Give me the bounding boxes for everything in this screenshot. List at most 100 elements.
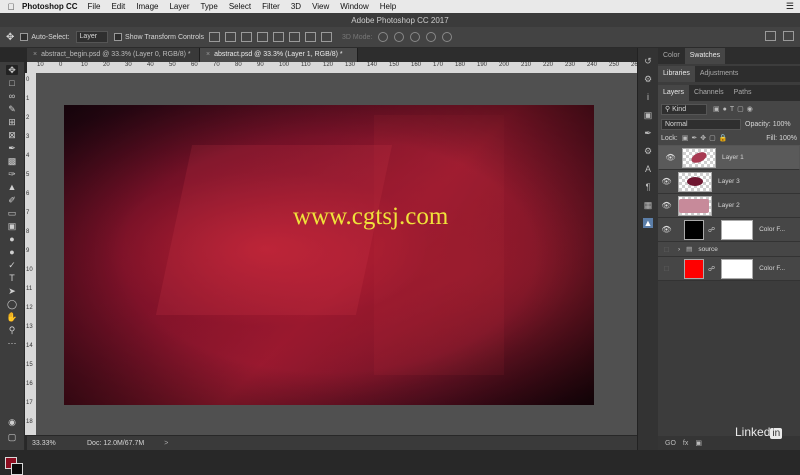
paragraph-icon[interactable]: ¶ [643, 182, 653, 192]
filter-kind-dropdown[interactable]: ⚲ Kind [661, 103, 707, 115]
properties-icon[interactable]: ⚙ [643, 74, 653, 84]
clone-stamp-tool-icon[interactable]: ▲ [6, 182, 18, 192]
visibility-eye-icon[interactable]: 👁 [661, 225, 672, 234]
menu-edit[interactable]: Edit [111, 2, 125, 11]
visibility-off-icon[interactable]: □ [661, 264, 672, 273]
vertical-ruler[interactable]: 0 1 2 3 4 5 6 7 8 9 10 11 12 13 14 15 16 17 18 [25, 73, 36, 435]
tab-color[interactable]: Color [658, 48, 685, 64]
dodge-tool-icon[interactable]: ● [6, 247, 18, 257]
canvas-workspace[interactable] [36, 73, 637, 435]
3d-slide-icon[interactable] [426, 32, 437, 42]
expand-arrow-icon[interactable]: › [678, 246, 680, 253]
3d-roll-icon[interactable] [394, 32, 405, 42]
menu-select[interactable]: Select [229, 2, 251, 11]
tab-libraries[interactable]: Libraries [658, 66, 695, 82]
gradient-tool-icon[interactable]: ▣ [6, 221, 18, 231]
visibility-eye-icon[interactable]: 👁 [665, 153, 676, 163]
more-tools-icon[interactable]: ⋯ [6, 338, 18, 348]
screen-mode-icon[interactable]: ▢ [6, 432, 18, 442]
frame-tool-icon[interactable]: ⊠ [6, 130, 18, 140]
layer-group-row[interactable]: □ › ▤ source [658, 242, 800, 257]
info-icon[interactable]: i [643, 92, 653, 102]
path-select-tool-icon[interactable]: ➤ [6, 286, 18, 296]
align-bottom-icon[interactable] [241, 32, 253, 42]
blur-tool-icon[interactable]: ● [6, 234, 18, 244]
type-tool-icon[interactable]: T [6, 273, 18, 283]
auto-select-checkbox[interactable] [20, 33, 29, 41]
horizontal-ruler[interactable]: 10 0 10 20 30 40 50 60 70 80 90 100 110 120 130 140 150 1… [27, 62, 637, 73]
visibility-eye-icon[interactable]: 👁 [661, 201, 672, 210]
eyedropper-tool-icon[interactable]: ✒ [6, 143, 18, 153]
healing-brush-tool-icon[interactable]: ▩ [6, 156, 18, 166]
menu-view[interactable]: View [312, 2, 329, 11]
move-tool-icon[interactable]: ✥ [6, 65, 18, 75]
hand-tool-icon[interactable]: ✋ [6, 312, 18, 322]
glyphs-icon[interactable]: ▦ [643, 200, 653, 210]
menu-image[interactable]: Image [136, 2, 158, 11]
3d-pan-icon[interactable] [410, 32, 421, 42]
visibility-eye-icon[interactable]: 👁 [661, 177, 672, 186]
brush-tool-icon[interactable]: ✑ [6, 169, 18, 179]
navigator-icon[interactable]: ▣ [643, 110, 653, 120]
layer-name[interactable]: Layer 2 [718, 202, 740, 209]
tab-layers[interactable]: Layers [658, 85, 690, 101]
apple-icon[interactable]:  [0, 2, 22, 12]
fill-value[interactable]: 100% [779, 135, 797, 142]
hamburger-icon[interactable]: ☰ [786, 1, 794, 12]
layer-row[interactable]: 👁 Layer 1 [658, 145, 800, 170]
opacity-value[interactable]: 100% [773, 121, 791, 128]
filter-icons[interactable]: ▣●T▢◉ [713, 105, 756, 113]
menu-window[interactable]: Window [340, 2, 368, 11]
history-brush-tool-icon[interactable]: ✐ [6, 195, 18, 205]
menu-filter[interactable]: Filter [262, 2, 280, 11]
blend-mode-dropdown[interactable]: Normal [661, 118, 741, 130]
tab-adjustments[interactable]: Adjustments [695, 66, 744, 82]
align-left-icon[interactable] [257, 32, 269, 42]
layer-row[interactable]: 👁 ☍ Color F... [658, 218, 800, 242]
distribute-horizontal-icon[interactable] [321, 32, 333, 42]
align-middle-icon[interactable] [225, 32, 237, 42]
document-canvas[interactable] [64, 105, 594, 405]
align-center-icon[interactable] [273, 32, 285, 42]
mask-icon[interactable]: ▣ [695, 439, 702, 447]
cc-libraries-icon[interactable]: ▲ [643, 218, 653, 228]
menu-layer[interactable]: Layer [169, 2, 189, 11]
tool-presets-icon[interactable]: ⚙ [643, 146, 653, 156]
tab-paths[interactable]: Paths [729, 85, 757, 101]
app-menu[interactable]: Photoshop CC [22, 2, 78, 11]
layer-name[interactable]: Color F... [759, 226, 785, 233]
close-icon[interactable]: × [206, 51, 210, 58]
quick-mask-icon[interactable]: ◉ [6, 417, 18, 427]
link-layers-icon[interactable]: GO [665, 440, 676, 447]
eraser-tool-icon[interactable]: ▭ [6, 208, 18, 218]
lasso-tool-icon[interactable]: ∞ [6, 91, 18, 101]
quick-select-tool-icon[interactable]: ✎ [6, 104, 18, 114]
show-transform-checkbox[interactable] [114, 33, 123, 41]
tab-abstract-begin[interactable]: × abstract_begin.psd @ 33.3% (Layer 0, RG… [27, 48, 200, 62]
layer-row[interactable]: □ ☍ Color F... [658, 257, 800, 281]
character-icon[interactable]: A [643, 164, 653, 174]
move-tool-icon[interactable]: ✥ [6, 32, 14, 43]
tab-abstract[interactable]: × abstract.psd @ 33.3% (Layer 1, RGB/8) * [200, 48, 358, 62]
background-color-swatch[interactable] [11, 463, 23, 475]
align-right-icon[interactable] [289, 32, 301, 42]
lock-icons[interactable]: ▣✒✥▢🔒 [682, 134, 731, 142]
menu-3d[interactable]: 3D [291, 2, 301, 11]
pen-tool-icon[interactable]: ✓ [6, 260, 18, 270]
3d-scale-icon[interactable] [442, 32, 453, 42]
3d-rotate-icon[interactable] [378, 32, 389, 42]
brush-presets-icon[interactable]: ✒ [643, 128, 653, 138]
zoom-level[interactable]: 33.33% [32, 440, 72, 447]
zoom-tool-icon[interactable]: ⚲ [6, 325, 18, 335]
menu-help[interactable]: Help [380, 2, 396, 11]
history-icon[interactable]: ↺ [643, 56, 653, 66]
menu-type[interactable]: Type [200, 2, 217, 11]
tab-channels[interactable]: Channels [689, 85, 729, 101]
crop-tool-icon[interactable]: ⊞ [6, 117, 18, 127]
layer-name[interactable]: Color F... [759, 265, 785, 272]
fx-icon[interactable]: fx [683, 440, 688, 447]
align-top-icon[interactable] [209, 32, 221, 42]
workspace-icon[interactable] [783, 31, 794, 41]
link-icon[interactable]: ☍ [708, 226, 715, 234]
layer-row[interactable]: 👁 Layer 3 [658, 170, 800, 194]
